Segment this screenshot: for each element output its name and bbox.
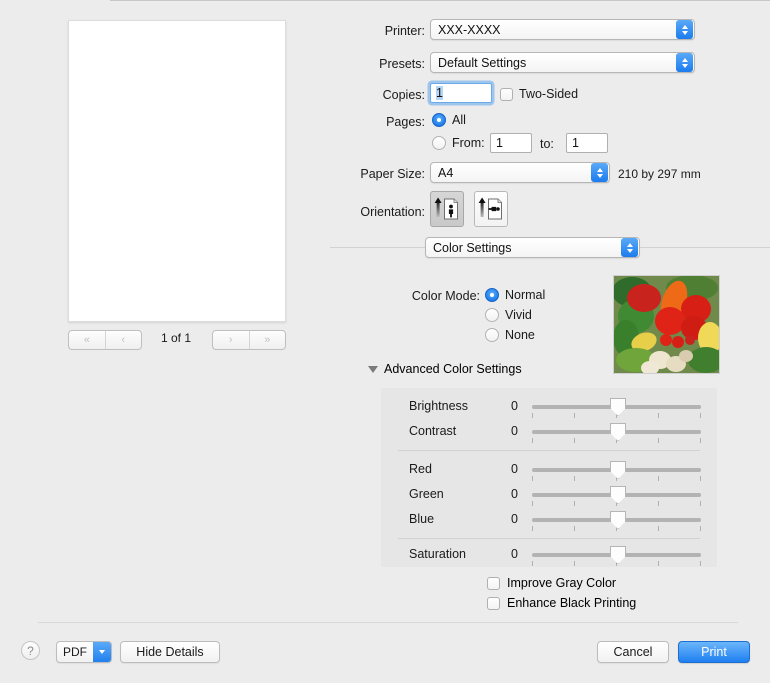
slider-row-green[interactable]: Green 0: [381, 484, 717, 506]
slider-label-contrast: Contrast: [409, 424, 457, 438]
pdf-label: PDF: [63, 645, 87, 659]
landscape-orientation-icon: [478, 197, 502, 220]
vegetables-photo-icon: [614, 276, 719, 373]
color-mode-radio-normal[interactable]: [485, 288, 499, 302]
improve-gray-color-option[interactable]: Improve Gray Color: [487, 576, 616, 590]
pages-to-label: to:: [540, 137, 554, 151]
paper-dimensions: 210 by 297 mm: [618, 167, 701, 181]
color-mode-label: Color Mode:: [411, 289, 480, 303]
slider-label-red: Red: [409, 462, 432, 476]
slider-row-red[interactable]: Red 0: [381, 459, 717, 481]
pages-range-option[interactable]: From:: [432, 136, 485, 150]
two-sided-checkbox[interactable]: [500, 87, 513, 101]
page-preview: [68, 20, 286, 322]
two-sided-label: Two-Sided: [519, 87, 579, 101]
print-button[interactable]: Print: [678, 641, 750, 663]
chevron-updown-icon: [676, 53, 693, 72]
slider-row-contrast[interactable]: Contrast 0: [381, 421, 717, 443]
improve-gray-color-label: Improve Gray Color: [507, 576, 617, 590]
next-page-button[interactable]: ›: [213, 331, 249, 349]
pages-all-radio[interactable]: [432, 113, 446, 127]
chevron-down-icon: [368, 365, 378, 373]
color-mode-label-vivid: Vivid: [505, 308, 532, 322]
paper-size-label: Paper Size:: [360, 167, 425, 181]
paper-size-popup[interactable]: A4: [430, 162, 610, 183]
copies-input[interactable]: 1: [430, 83, 492, 103]
page-navigation: « ‹ 1 of 1 › »: [0, 330, 350, 350]
pages-to-input[interactable]: 1: [566, 133, 608, 153]
color-mode-option-normal[interactable]: Normal: [485, 288, 545, 302]
pages-from-input[interactable]: 1: [490, 133, 532, 153]
slider-value-brightness: 0: [511, 399, 518, 413]
slider-label-brightness: Brightness: [409, 399, 469, 413]
two-sided-option[interactable]: Two-Sided: [500, 87, 578, 101]
enhance-black-printing-option[interactable]: Enhance Black Printing: [487, 596, 636, 610]
panel-separator: [398, 538, 700, 539]
slider-row-saturation[interactable]: Saturation 0: [381, 544, 717, 566]
presets-label: Presets:: [379, 57, 425, 71]
pdf-dropdown-button[interactable]: PDF: [56, 641, 112, 663]
pages-label: Pages:: [386, 115, 425, 129]
slider-value-green: 0: [511, 487, 518, 501]
color-mode-label-none: None: [505, 328, 535, 342]
print-settings-pane: Printer: XXX-XXXX Presets: Default Setti…: [330, 0, 770, 620]
printer-popup[interactable]: XXX-XXXX: [430, 19, 695, 40]
page-nav-left-group[interactable]: « ‹: [68, 330, 142, 350]
advanced-color-settings-disclosure[interactable]: Advanced Color Settings: [368, 362, 522, 376]
chevron-updown-icon: [676, 20, 693, 39]
color-mode-option-none[interactable]: None: [485, 328, 535, 342]
chevron-updown-icon: [591, 163, 608, 182]
slider-label-saturation: Saturation: [409, 547, 466, 561]
pages-all-label: All: [452, 113, 466, 127]
slider-label-blue: Blue: [409, 512, 435, 526]
pages-from-label: From:: [452, 136, 485, 150]
hide-details-button[interactable]: Hide Details: [120, 641, 220, 663]
portrait-orientation-icon: [434, 197, 458, 220]
panel-separator: [398, 450, 700, 451]
presets-value: Default Settings: [438, 55, 527, 70]
page-counter: 1 of 1: [160, 331, 192, 345]
presets-popup[interactable]: Default Settings: [430, 52, 695, 73]
color-mode-radio-vivid[interactable]: [485, 308, 499, 322]
orientation-landscape-button[interactable]: [474, 191, 508, 227]
color-mode-option-vivid[interactable]: Vivid: [485, 308, 532, 322]
slider-value-saturation: 0: [511, 547, 518, 561]
enhance-black-printing-label: Enhance Black Printing: [507, 596, 637, 610]
chevron-updown-icon: [621, 238, 638, 257]
color-mode-label-normal: Normal: [505, 288, 546, 302]
copies-label: Copies:: [382, 88, 425, 102]
slider-row-brightness[interactable]: Brightness 0: [381, 396, 717, 418]
printer-label: Printer:: [384, 24, 425, 38]
last-page-button[interactable]: »: [248, 331, 286, 349]
page-nav-right-group[interactable]: › »: [212, 330, 286, 350]
orientation-label: Orientation:: [360, 205, 425, 219]
color-mode-radio-none[interactable]: [485, 328, 499, 342]
slider-label-green: Green: [409, 487, 444, 501]
section-popup[interactable]: Color Settings: [425, 237, 640, 258]
chevron-down-icon: [93, 642, 111, 662]
first-page-button[interactable]: «: [69, 331, 105, 349]
pages-range-radio[interactable]: [432, 136, 446, 150]
advanced-color-settings-panel: Brightness 0 Contrast 0 Red 0 Green 0 Bl…: [381, 388, 717, 567]
cancel-button[interactable]: Cancel: [597, 641, 669, 663]
improve-gray-color-checkbox[interactable]: [487, 576, 500, 590]
printer-value: XXX-XXXX: [438, 22, 501, 37]
print-preview-pane: « ‹ 1 of 1 › »: [0, 0, 350, 620]
help-button[interactable]: ?: [21, 641, 40, 660]
slider-value-blue: 0: [511, 512, 518, 526]
copies-value: 1: [436, 86, 443, 100]
enhance-black-printing-checkbox[interactable]: [487, 596, 500, 610]
orientation-portrait-button[interactable]: [430, 191, 464, 227]
slider-row-blue[interactable]: Blue 0: [381, 509, 717, 531]
advanced-color-settings-label: Advanced Color Settings: [384, 362, 522, 376]
section-value: Color Settings: [433, 240, 512, 255]
color-sample-thumbnail: [613, 275, 720, 374]
previous-page-button[interactable]: ‹: [104, 331, 142, 349]
pages-all-option[interactable]: All: [432, 113, 466, 127]
paper-size-value: A4: [438, 165, 454, 180]
slider-value-red: 0: [511, 462, 518, 476]
slider-value-contrast: 0: [511, 424, 518, 438]
